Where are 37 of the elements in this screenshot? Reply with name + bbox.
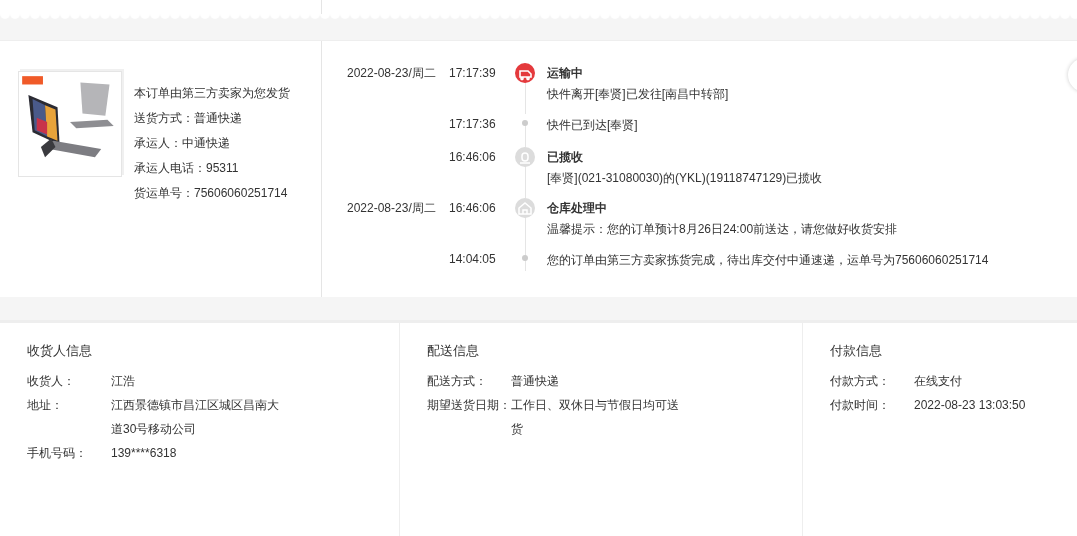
- time-text: 17:17:36: [449, 116, 497, 133]
- status-text: 您的订单由第三方卖家拣货完成，待出库交付中通速递，运单号为75606060251714: [547, 252, 989, 269]
- field-value: 2022-08-23 13:03:50: [914, 397, 1027, 414]
- field-value: 江西景德镇市昌江区城区昌南大道30号移动公司: [111, 397, 280, 438]
- field-value: 江浩: [111, 373, 136, 390]
- status-title: 运输中: [547, 65, 584, 82]
- field-label: 付款方式：: [830, 373, 891, 390]
- order-info-text: 送货方式：普通快递: [134, 110, 243, 127]
- status-title: 仓库处理中: [547, 200, 608, 217]
- field-label: 配送方式：: [427, 373, 488, 390]
- order-info-text: 承运人：中通快递: [134, 135, 231, 152]
- date-text: 2022-08-23/周二: [347, 200, 437, 217]
- order-info-text: 本订单由第三方卖家为您发货: [134, 85, 290, 102]
- status-text: 快件已到达[奉贤]: [547, 117, 638, 134]
- field-label: 手机号码：: [27, 445, 88, 462]
- field-label: 期望送货日期：: [427, 397, 511, 414]
- status-text: 温馨提示：您的订单预计8月26日24:00前送达，请您做好收货安排: [547, 221, 898, 238]
- field-value: 普通快递: [511, 373, 560, 390]
- field-label: 收货人：: [27, 373, 76, 390]
- time-text: 16:46:06: [449, 200, 497, 217]
- status-text: 快件离开[奉贤]已发往[南昌中转部]: [547, 86, 729, 103]
- time-text: 16:46:06: [449, 149, 497, 166]
- order-info-text: 承运人电话：95311: [134, 160, 240, 177]
- status-title: 已揽收: [547, 149, 584, 166]
- section-title: 配送信息: [427, 342, 480, 360]
- time-text: 14:04:05: [449, 251, 497, 268]
- field-value: 工作日、双休日与节假日均可送货: [511, 397, 680, 438]
- time-text: 17:17:39: [449, 65, 497, 82]
- field-value: 在线支付: [914, 373, 963, 390]
- date-text: 2022-08-23/周二: [347, 65, 437, 82]
- field-value: 139****6318: [111, 445, 178, 462]
- field-label: 付款时间：: [830, 397, 891, 414]
- status-text: [奉贤](021-31080030)的(YKL)(19118747129)已揽收: [547, 170, 823, 187]
- field-label: 地址：: [27, 397, 64, 414]
- section-title: 收货人信息: [27, 342, 93, 360]
- order-info-text: 货运单号：75606060251714: [134, 185, 289, 202]
- section-title: 付款信息: [830, 342, 883, 360]
